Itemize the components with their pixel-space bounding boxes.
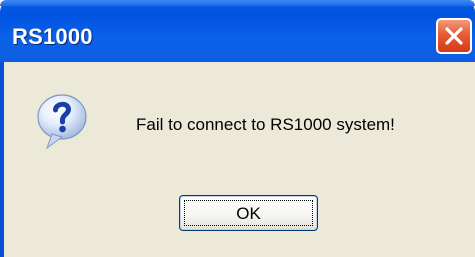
close-button[interactable]	[436, 18, 472, 54]
dialog-message: Fail to connect to RS1000 system!	[136, 115, 395, 134]
close-icon	[445, 27, 463, 45]
question-icon	[37, 94, 87, 150]
ok-button[interactable]: OK	[179, 195, 318, 231]
message-dialog: RS1000 Fail to connect to RS1000 system!…	[0, 0, 475, 257]
ok-button-label: OK	[236, 204, 261, 223]
window-title: RS1000	[12, 24, 93, 49]
